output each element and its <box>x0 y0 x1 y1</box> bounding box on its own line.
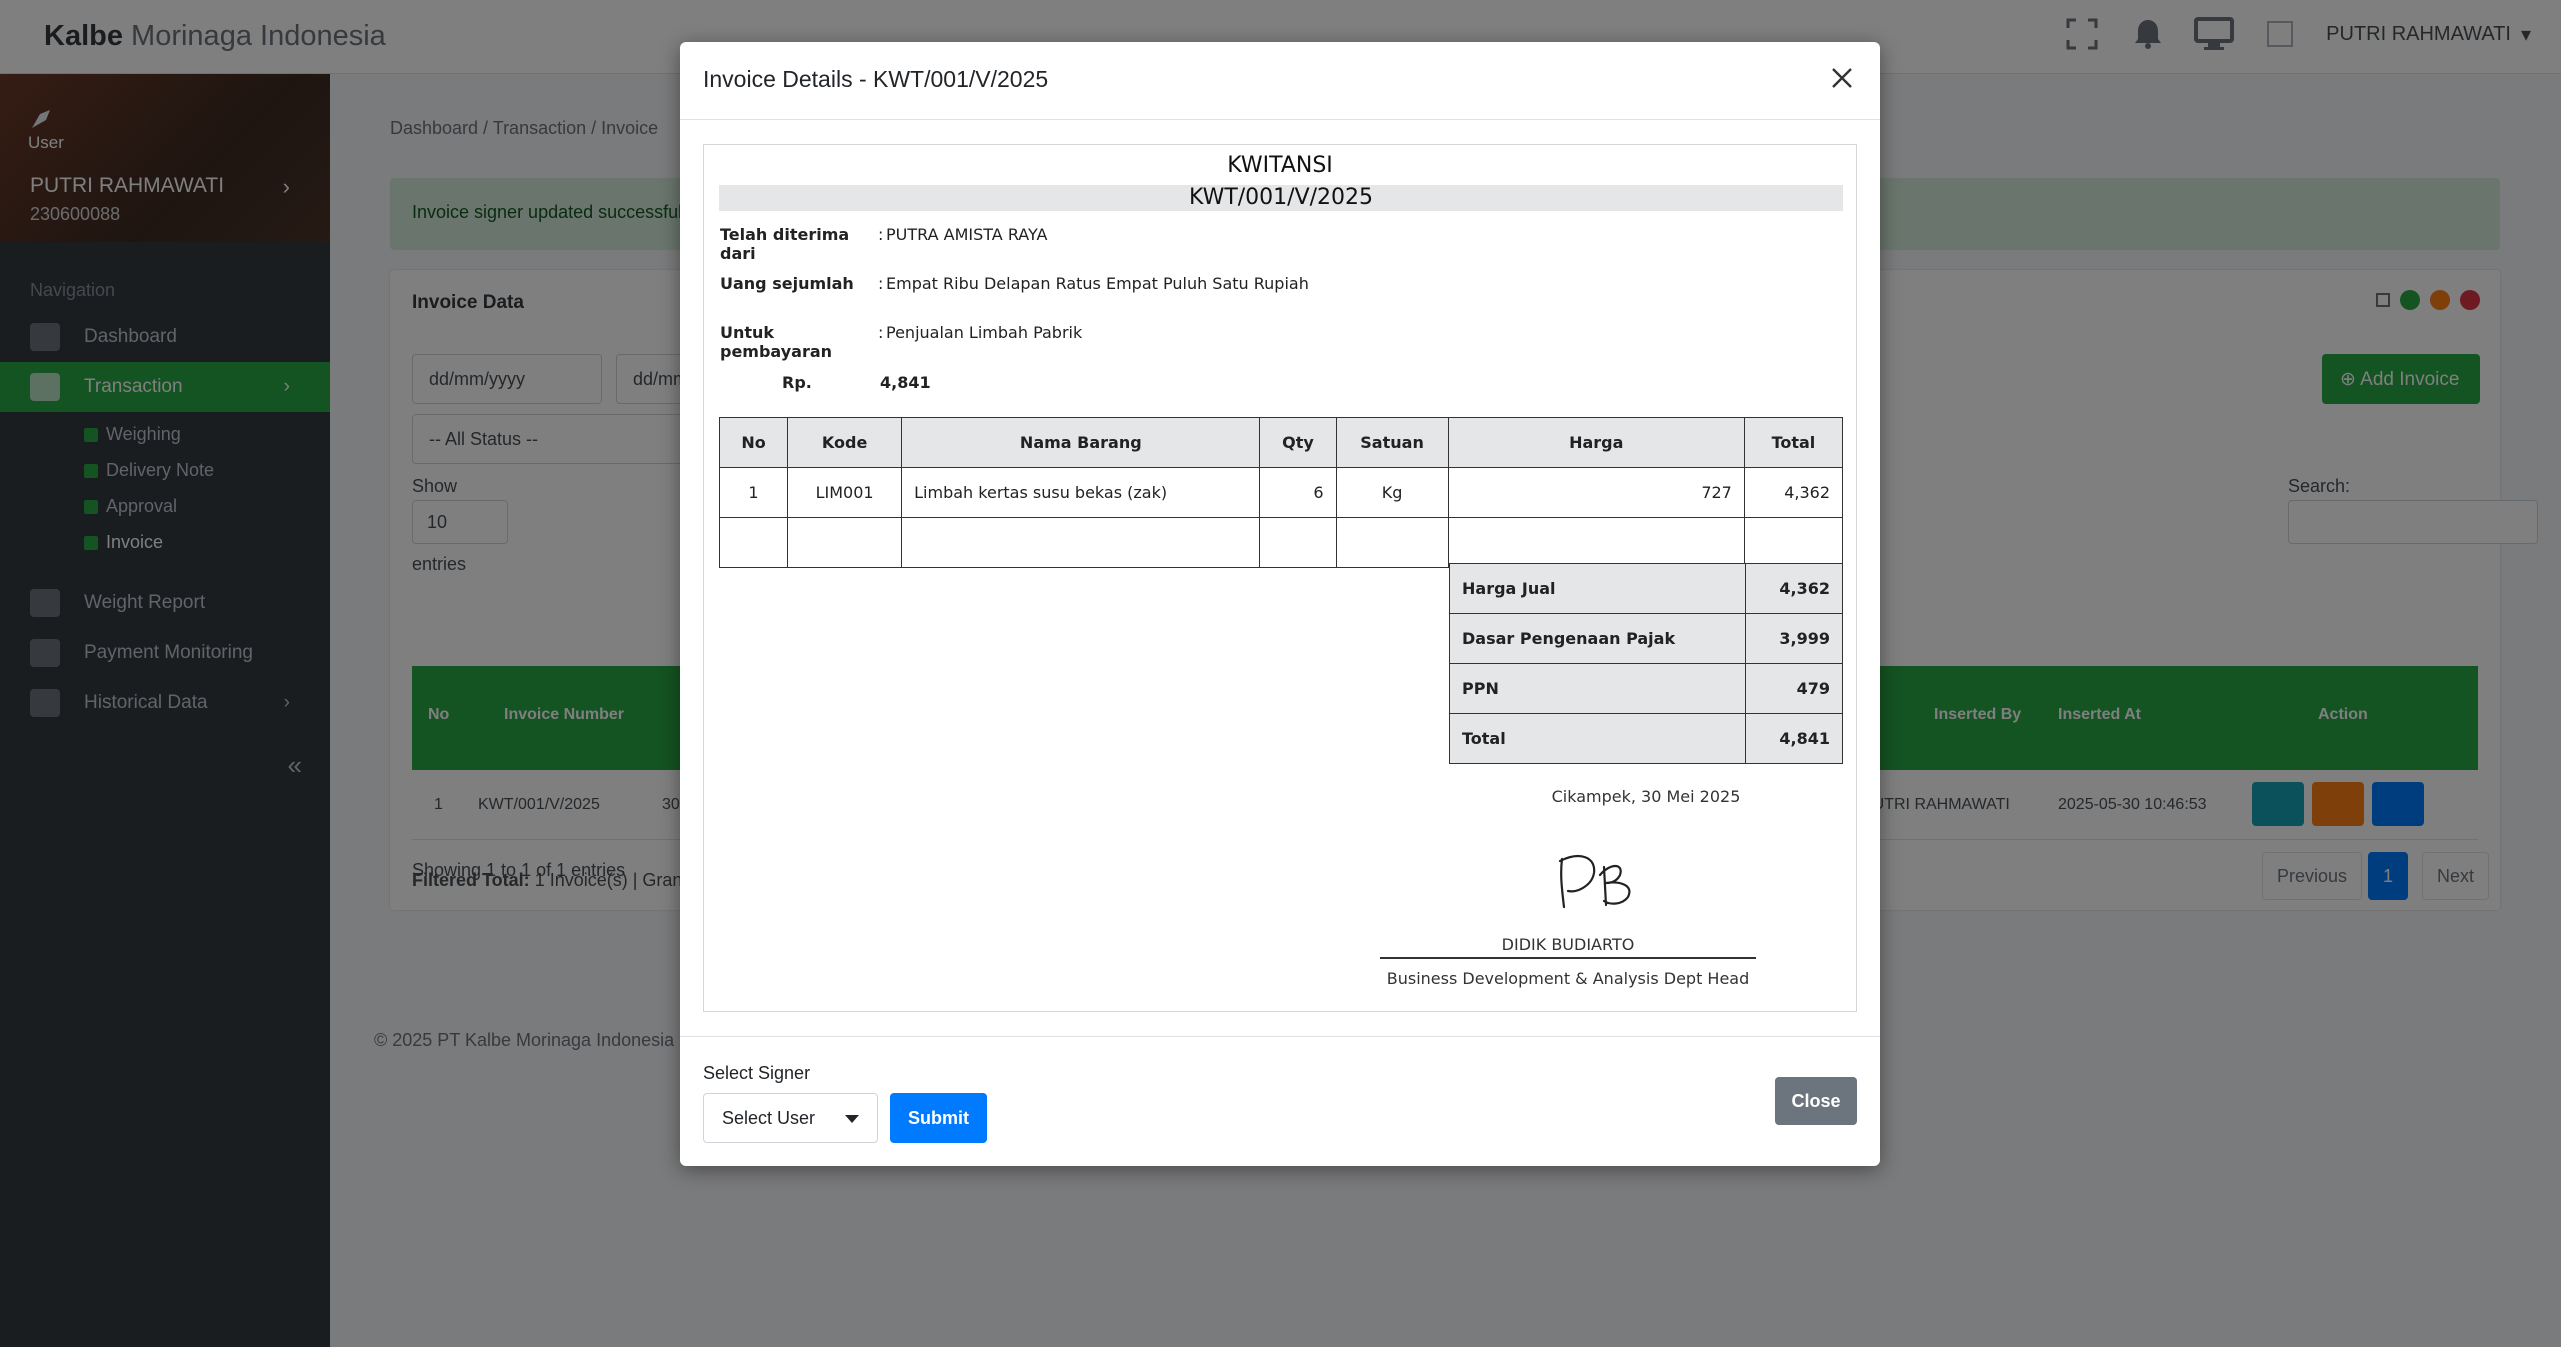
select-signer-dropdown[interactable]: Select User <box>703 1093 878 1143</box>
modal-title: Invoice Details - KWT/001/V/2025 <box>703 66 1049 92</box>
place-date: Cikampek, 30 Mei 2025 <box>1551 787 1741 806</box>
summary-row-harga-jual: Harga Jual 4,362 <box>1449 563 1843 614</box>
amount-rp-row: Rp. 4,841 <box>782 373 931 392</box>
close-button[interactable]: Close <box>1775 1077 1857 1125</box>
caret-down-icon <box>845 1115 859 1123</box>
purpose-row: Untuk pembayaran: Penjualan Limbah Pabrik <box>720 323 1083 361</box>
signature-line <box>1380 957 1756 959</box>
amount-words-row: Uang sejumlah: Empat Ribu Delapan Ratus E… <box>720 274 1309 293</box>
receipt-document: KWITANSI KWT/001/V/2025 Telah diterima d… <box>703 144 1857 1012</box>
select-signer-label: Select Signer <box>703 1063 811 1083</box>
items-table-header: No Kode Nama Barang Qty Satuan Harga Tot… <box>718 417 1844 468</box>
table-row-empty <box>718 517 1844 568</box>
close-icon[interactable] <box>1824 60 1860 96</box>
receipt-heading: KWITANSI <box>1227 153 1333 178</box>
modal-header: Invoice Details - KWT/001/V/2025 <box>680 42 1880 120</box>
signer-name: DIDIK BUDIARTO <box>1501 935 1635 954</box>
summary-table: Harga Jual 4,362 Dasar Pengenaan Pajak 3,9… <box>1449 563 1843 764</box>
table-row: 1 LIM001 Limbah kertas susu bekas (zak) … <box>718 467 1844 518</box>
invoice-details-modal: Invoice Details - KWT/001/V/2025 KWITANS… <box>680 42 1880 1166</box>
summary-row-total: Total 4,841 <box>1449 713 1843 764</box>
receipt-number: KWT/001/V/2025 <box>719 185 1843 211</box>
items-table: No Kode Nama Barang Qty Satuan Harga Tot… <box>718 417 1844 568</box>
submit-button[interactable]: Submit <box>890 1093 987 1143</box>
signer-title: Business Development & Analysis Dept Hea… <box>1386 969 1750 988</box>
modal-footer: Select Signer Select User Submit Close <box>680 1036 1880 1166</box>
received-from-row: Telah diterima dari: PUTRA AMISTA RAYA <box>720 225 1048 263</box>
summary-row-dpp: Dasar Pengenaan Pajak 3,999 <box>1449 613 1843 664</box>
signature-image <box>1558 855 1631 909</box>
summary-row-ppn: PPN 479 <box>1449 663 1843 714</box>
